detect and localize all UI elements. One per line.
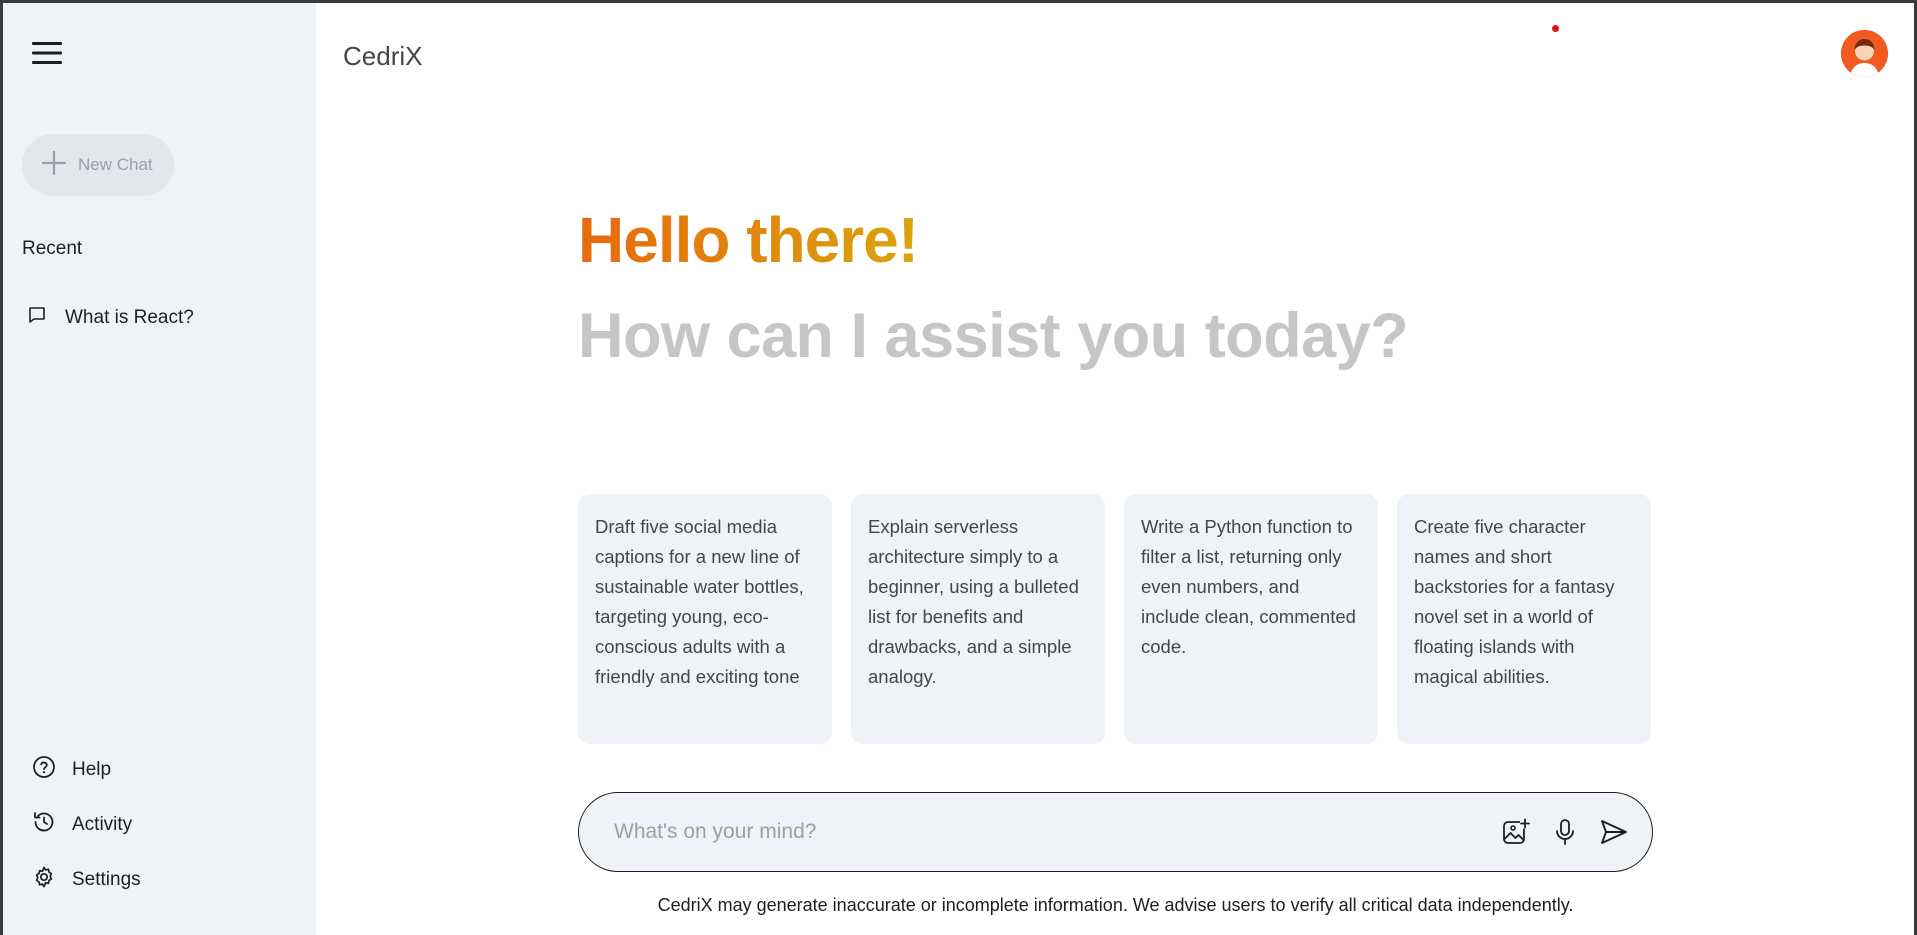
disclaimer-text: CedriX may generate inaccurate or incomp… <box>657 895 1574 915</box>
menu-icon[interactable] <box>27 33 67 73</box>
activity-label: Activity <box>72 814 133 835</box>
help-label: Help <box>72 759 112 780</box>
send-icon[interactable] <box>1597 816 1630 849</box>
suggestion-card[interactable]: Draft five social media captions for a n… <box>578 494 832 744</box>
suggestion-card[interactable]: Write a Python function to filter a list… <box>1124 494 1378 744</box>
recent-heading: Recent <box>22 238 83 259</box>
chat-bubble-icon <box>27 305 47 331</box>
settings-label: Settings <box>72 869 141 890</box>
gear-icon <box>32 865 56 895</box>
sidebar: New Chat Recent What is React? Help Acti… <box>3 3 316 935</box>
recent-item-what-is-react[interactable]: What is React? <box>27 299 206 337</box>
app-window: New Chat Recent What is React? Help Acti… <box>3 3 1914 935</box>
suggestion-cards: Draft five social media captions for a n… <box>578 494 1651 744</box>
prompt-actions <box>1499 816 1630 849</box>
new-chat-label: New Chat <box>78 155 153 174</box>
avatar[interactable] <box>1841 30 1888 77</box>
sidebar-item-activity[interactable]: Activity <box>32 807 132 843</box>
suggestion-card[interactable]: Create five character names and short ba… <box>1397 494 1651 744</box>
suggestion-card[interactable]: Explain serverless architecture simply t… <box>851 494 1105 744</box>
microphone-icon[interactable] <box>1548 816 1581 849</box>
notification-dot <box>1552 25 1559 32</box>
plus-icon <box>40 149 68 182</box>
greeting-heading: Hello there! <box>578 204 919 276</box>
prompt-input[interactable] <box>614 820 1499 844</box>
history-icon <box>32 810 56 840</box>
app-title: CedriX <box>343 41 423 71</box>
sidebar-item-help[interactable]: Help <box>32 752 111 788</box>
image-upload-icon[interactable] <box>1499 816 1532 849</box>
recent-item-label: What is React? <box>65 307 194 328</box>
subgreeting-heading: How can I assist you today? <box>578 301 1409 371</box>
help-icon <box>32 755 56 785</box>
main-content: CedriX Hello there! How can I assist you… <box>316 3 1914 935</box>
prompt-bar <box>578 792 1653 872</box>
new-chat-button[interactable]: New Chat <box>22 134 174 196</box>
sidebar-item-settings[interactable]: Settings <box>32 862 141 898</box>
